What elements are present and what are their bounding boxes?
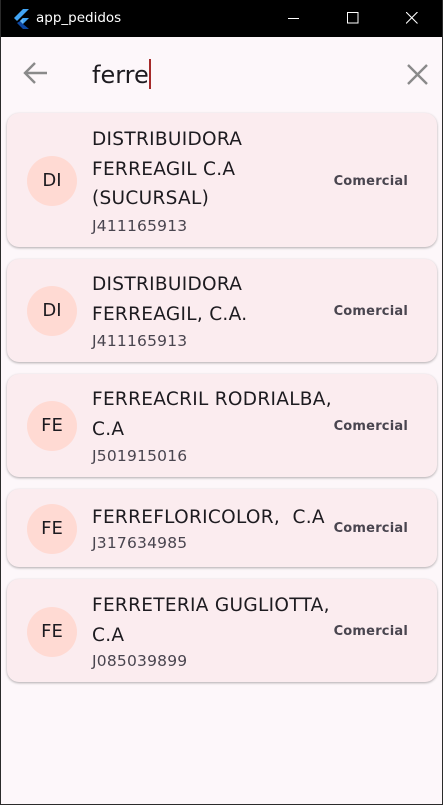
client-name: FERRETERIA GUGLIOTTA, C.A [92, 595, 330, 646]
list-item[interactable]: FE FERRETERIA GUGLIOTTA, C.A J085039899 … [7, 579, 437, 682]
avatar: FE [27, 504, 77, 554]
client-rif: J085039899 [92, 652, 188, 670]
arrow-back-icon [23, 62, 47, 84]
text-caret [148, 59, 151, 89]
list-item[interactable]: FE FERREFLORICOLOR, C.A J317634985 Comer… [7, 489, 437, 567]
client-name: DISTRIBUIDORA FERREAGIL, C.A. [92, 274, 248, 325]
client-type: Comercial [333, 521, 408, 536]
title-bar[interactable]: app_pedidos [1, 0, 442, 37]
client-type: Comercial [333, 419, 408, 434]
window-close-button[interactable] [389, 0, 435, 37]
clear-search-button[interactable] [401, 59, 431, 89]
app-window: app_pedidos ferre DI DISTRIBUIDORA FERRE… [0, 0, 443, 805]
client-rif: J501915016 [92, 447, 188, 465]
client-name: FERREACRIL RODRIALBA, C.A [92, 389, 332, 440]
search-bar: ferre [1, 37, 442, 109]
client-rif: J411165913 [92, 217, 188, 235]
avatar: DI [27, 286, 77, 336]
client-type: Comercial [333, 174, 408, 189]
client-rif: J411165913 [92, 332, 188, 350]
list-item[interactable]: DI DISTRIBUIDORA FERREAGIL, C.A. J411165… [7, 259, 437, 362]
avatar: FE [27, 607, 77, 657]
window-close-icon [406, 12, 418, 24]
client-type: Comercial [333, 624, 408, 639]
back-button[interactable] [21, 59, 51, 89]
maximize-icon [347, 12, 359, 24]
flutter-logo-icon [14, 9, 29, 29]
window-title: app_pedidos [36, 10, 122, 26]
close-icon [407, 64, 428, 85]
client-type: Comercial [333, 304, 408, 319]
avatar: FE [27, 401, 77, 451]
client-name: DISTRIBUIDORA FERREAGIL C.A (SUCURSAL) [92, 129, 243, 209]
list-item[interactable]: DI DISTRIBUIDORA FERREAGIL C.A (SUCURSAL… [7, 113, 437, 247]
search-query: ferre [92, 61, 149, 89]
avatar: DI [27, 156, 77, 206]
list-item[interactable]: FE FERREACRIL RODRIALBA, C.A J501915016 … [7, 374, 437, 477]
search-input[interactable]: ferre [92, 57, 151, 93]
minimize-icon [288, 18, 299, 19]
client-rif: J317634985 [92, 534, 188, 552]
maximize-button[interactable] [330, 0, 376, 37]
minimize-button[interactable] [271, 0, 317, 37]
